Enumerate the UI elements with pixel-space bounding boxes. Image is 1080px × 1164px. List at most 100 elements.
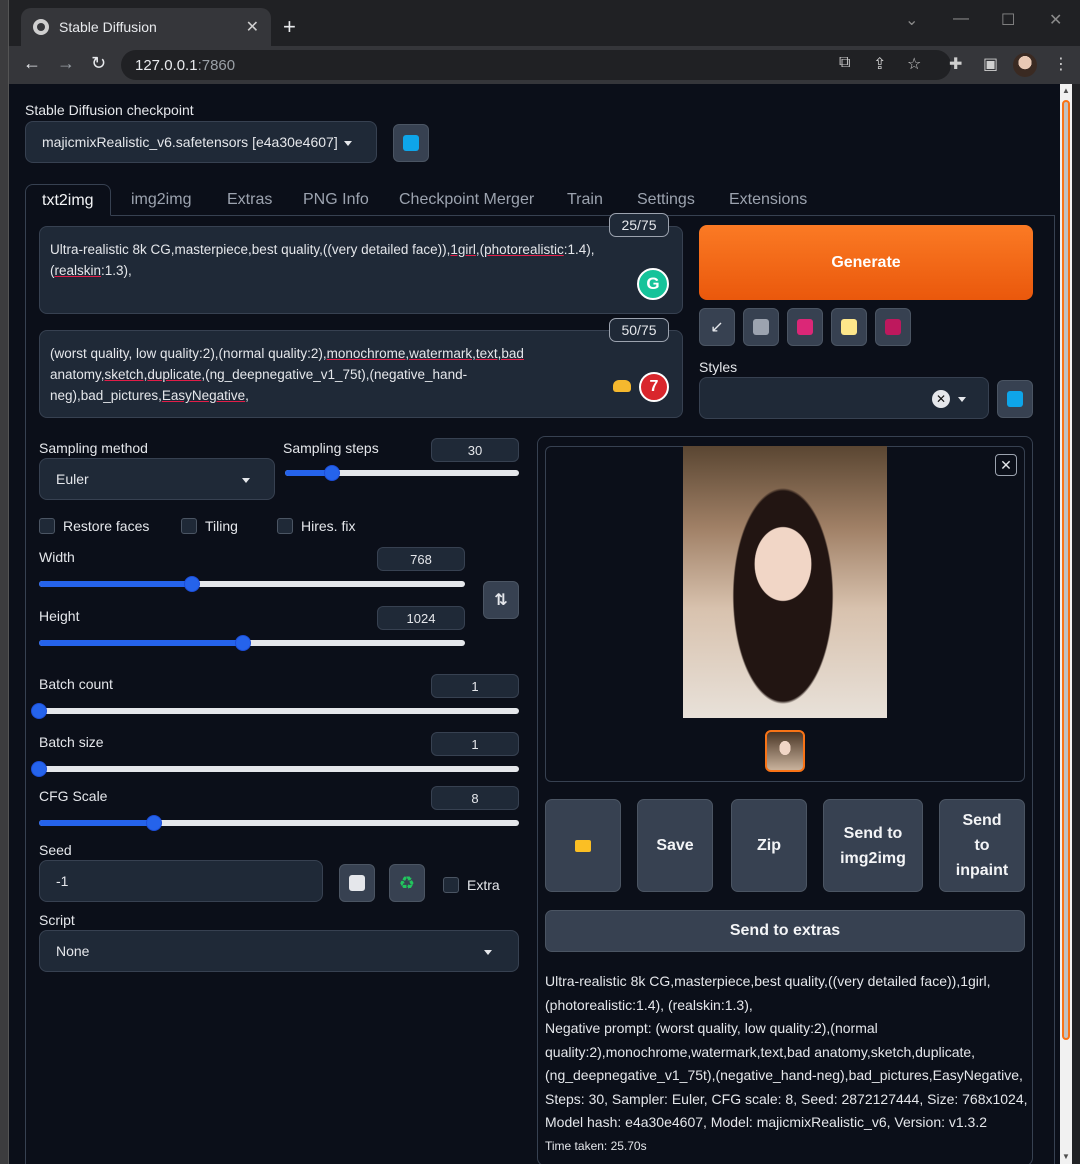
refresh-icon (1007, 391, 1023, 407)
tab-extras[interactable]: Extras (211, 184, 288, 216)
negative-text: duplicate (147, 367, 202, 382)
browser-tab[interactable]: Stable Diffusion ✕ (21, 8, 271, 46)
open-folder-button[interactable] (545, 799, 621, 892)
cfg-scale-label: CFG Scale (39, 788, 108, 804)
browser-toolbar: ← → ↻ i 127.0.0.1:7860 ⧉ ⇪ ☆ ✚ ▣ ⋮ (9, 46, 1080, 950)
random-seed-button[interactable] (339, 864, 375, 902)
arrow-down-left-icon: ↙ (710, 319, 724, 336)
send-to-img2img-button[interactable]: Send to img2img (823, 799, 923, 892)
sampling-steps-slider[interactable] (285, 465, 519, 481)
clear-prompt-button[interactable] (743, 308, 779, 346)
button-label-line: Send to (843, 824, 903, 842)
trash-icon (753, 319, 769, 335)
floppy-disk-icon (885, 319, 901, 335)
script-dropdown[interactable]: None (39, 930, 519, 972)
button-label-line: Send (962, 812, 1002, 829)
bookmark-star-icon[interactable]: ☆ (907, 54, 921, 74)
zip-button[interactable]: Zip (731, 799, 807, 892)
translate-icon[interactable]: ⧉ (839, 54, 850, 72)
forward-icon[interactable]: → (57, 53, 75, 74)
batch-size-slider[interactable] (31, 761, 519, 777)
clear-x-icon[interactable]: ✕ (932, 390, 950, 408)
tab-search-icon[interactable]: ⌄ (905, 10, 918, 30)
scrollbar-thumb[interactable] (1062, 100, 1070, 1040)
close-tab-icon[interactable]: ✕ (246, 17, 259, 37)
side-panel-icon[interactable]: ▣ (983, 54, 998, 74)
read-params-button[interactable]: ↙ (699, 308, 735, 346)
profile-avatar[interactable] (1013, 53, 1037, 77)
back-icon[interactable]: ← (23, 53, 41, 74)
negative-prompt-textarea[interactable]: (worst quality, low quality:2),(normal q… (39, 330, 683, 418)
slider-knob[interactable] (323, 465, 340, 481)
extension-badge-icon[interactable]: 7 (639, 372, 669, 402)
favicon-icon (33, 19, 49, 35)
address-bar[interactable]: i 127.0.0.1:7860 (121, 50, 951, 950)
prompt-token-counter: 25/75 (609, 213, 669, 237)
grammarly-icon[interactable]: G (637, 268, 669, 300)
seed-value: -1 (56, 873, 69, 889)
tab-train[interactable]: Train (551, 184, 619, 216)
generation-info: Ultra-realistic 8k CG,masterpiece,best q… (545, 970, 1029, 1158)
width-slider[interactable] (39, 576, 465, 592)
hand-icon (613, 380, 631, 392)
height-input[interactable]: 1024 (377, 606, 465, 630)
swap-dimensions-button[interactable]: ⇅ (483, 581, 519, 619)
batch-count-input[interactable]: 1 (431, 674, 519, 698)
tiling-checkbox[interactable] (181, 518, 197, 534)
sampling-method-dropdown[interactable]: Euler (39, 458, 275, 500)
apply-style-button[interactable] (831, 308, 867, 346)
hires-fix-checkbox[interactable] (277, 518, 293, 534)
scroll-down-icon[interactable]: ▼ (1062, 1152, 1070, 1161)
maximize-icon[interactable]: ☐ (1001, 10, 1015, 30)
negative-text: , (245, 388, 249, 403)
close-window-icon[interactable]: ✕ (1049, 10, 1062, 30)
tab-checkpoint-merger[interactable]: Checkpoint Merger (383, 184, 550, 216)
slider-knob[interactable] (31, 703, 47, 719)
styles-dropdown[interactable]: ✕ (699, 377, 989, 419)
chevron-down-icon (484, 950, 492, 955)
slider-knob[interactable] (31, 761, 47, 777)
seed-input[interactable]: -1 (39, 860, 323, 902)
tab-extensions[interactable]: Extensions (713, 184, 823, 216)
reload-icon[interactable]: ↻ (91, 53, 106, 74)
restore-faces-checkbox[interactable] (39, 518, 55, 534)
send-to-extras-button[interactable]: Send to extras (545, 910, 1025, 952)
page-scrollbar[interactable]: ▲ ▼ (1060, 84, 1072, 1164)
gallery-thumbnail[interactable] (765, 730, 805, 772)
prompt-textarea[interactable]: Ultra-realistic 8k CG,masterpiece,best q… (39, 226, 683, 314)
generated-image[interactable] (683, 446, 887, 718)
close-icon[interactable]: ✕ (995, 454, 1017, 476)
tab-img2img[interactable]: img2img (115, 184, 207, 216)
new-tab-icon[interactable]: + (283, 14, 296, 40)
scroll-up-icon[interactable]: ▲ (1062, 86, 1070, 95)
tab-txt2img[interactable]: txt2img (25, 184, 111, 216)
refresh-styles-button[interactable] (997, 380, 1033, 418)
batch-size-input[interactable]: 1 (431, 732, 519, 756)
reuse-seed-button[interactable]: ♻ (389, 864, 425, 902)
extra-networks-button[interactable] (787, 308, 823, 346)
height-slider[interactable] (39, 635, 465, 651)
width-input[interactable]: 768 (377, 547, 465, 571)
extensions-puzzle-icon[interactable]: ✚ (949, 54, 962, 74)
sampling-steps-input[interactable]: 30 (431, 438, 519, 462)
info-line: Time taken: 25.70s (545, 1138, 647, 1153)
save-button[interactable]: Save (637, 799, 713, 892)
batch-count-slider[interactable] (31, 703, 519, 719)
cfg-scale-slider[interactable] (39, 815, 519, 831)
share-icon[interactable]: ⇪ (873, 54, 886, 74)
checkpoint-dropdown[interactable]: majicmixRealistic_v6.safetensors [e4a30e… (25, 121, 377, 163)
tab-png-info[interactable]: PNG Info (287, 184, 385, 216)
tab-settings[interactable]: Settings (621, 184, 711, 216)
save-style-button[interactable] (875, 308, 911, 346)
negative-text: neg),bad_pictures, (50, 388, 162, 403)
minimize-icon[interactable]: — (953, 10, 969, 28)
generate-button[interactable]: Generate (699, 225, 1033, 300)
cfg-scale-input[interactable]: 8 (431, 786, 519, 810)
refresh-checkpoint-button[interactable] (393, 124, 429, 162)
extra-seed-checkbox[interactable] (443, 877, 459, 893)
sampling-method-value: Euler (56, 471, 89, 487)
menu-kebab-icon[interactable]: ⋮ (1053, 54, 1069, 74)
clipboard-icon (841, 319, 857, 335)
tiling-label: Tiling (205, 518, 238, 534)
send-to-inpaint-button[interactable]: Send to inpaint (939, 799, 1025, 892)
